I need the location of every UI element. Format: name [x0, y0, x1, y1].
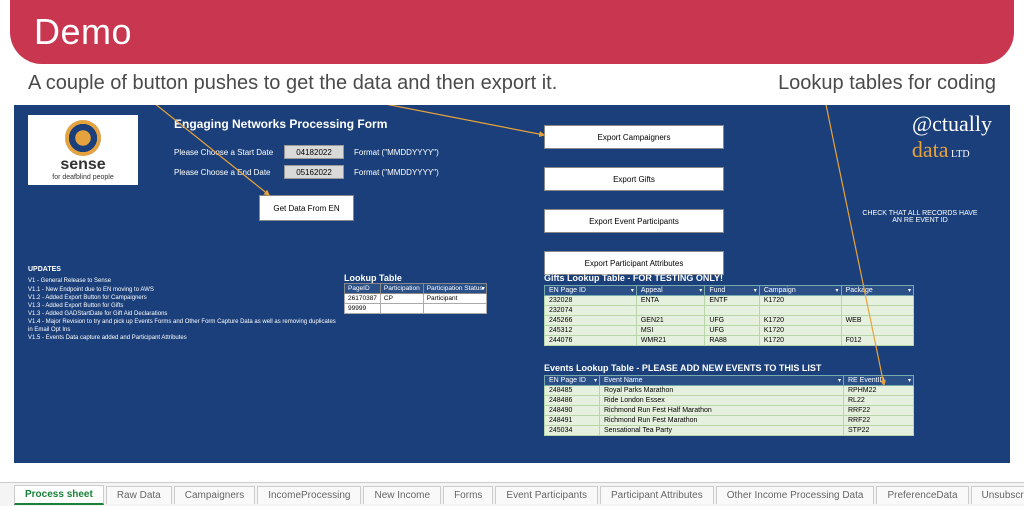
col-pageid[interactable]: PageID: [345, 284, 381, 294]
subtitle-left: A couple of button pushes to get the dat…: [28, 72, 557, 95]
tab-income-processing[interactable]: IncomeProcessing: [257, 486, 361, 504]
table-row: 99999: [345, 304, 487, 314]
updates-block: UPDATES V1 - General Release to Sense V1…: [28, 265, 338, 342]
table-row: 248486Ride London EssexRL22: [545, 396, 914, 406]
table-header-row: PageID Participation Participation Statu…: [345, 284, 487, 294]
subtitle-right: Lookup tables for coding: [778, 72, 996, 95]
tab-preference-data[interactable]: PreferenceData: [876, 486, 968, 504]
end-date-format: Format ("MMDDYYYY"): [354, 168, 439, 177]
col-en-page-id[interactable]: EN Page ID: [545, 376, 600, 386]
check-note: CHECK THAT ALL RECORDS HAVE AN RE EVENT …: [860, 210, 980, 224]
col-package[interactable]: Package: [841, 286, 913, 296]
export-campaigners-button[interactable]: Export Campaigners: [544, 125, 724, 149]
col-campaign[interactable]: Campaign: [759, 286, 841, 296]
table-row: 232028ENTAENTFK1720: [545, 296, 914, 306]
form-title: Engaging Networks Processing Form: [174, 117, 387, 131]
brand-actually-data: @ctually data LTD: [912, 111, 992, 163]
updates-line: V1.3 - Added GADStartDate for Gift Aid D…: [28, 310, 338, 318]
table-row: 244076WMR21RA88K1720F012: [545, 336, 914, 346]
brand-accent: data: [912, 137, 949, 162]
tab-campaigners[interactable]: Campaigners: [174, 486, 255, 504]
brand-mid: ctually: [932, 111, 992, 136]
tab-process-sheet[interactable]: Process sheet: [14, 485, 104, 505]
table-row: 245312MSIUFGK1720: [545, 326, 914, 336]
col-appeal[interactable]: Appeal: [636, 286, 704, 296]
updates-heading: UPDATES: [28, 265, 338, 274]
updates-line: V1.5 - Events Data capture added and Par…: [28, 334, 338, 342]
tab-other-income[interactable]: Other Income Processing Data: [716, 486, 875, 504]
updates-line: V1 - General Release to Sense: [28, 277, 338, 285]
slide-title: Demo: [34, 11, 132, 53]
table-header-row: EN Page ID Event Name RE EventID: [545, 376, 914, 386]
export-gifts-button[interactable]: Export Gifts: [544, 167, 724, 191]
table-row: 245034Sensational Tea PartySTP22: [545, 426, 914, 436]
spreadsheet-area: sense for deafblind people @ctually data…: [14, 105, 1010, 463]
get-data-button[interactable]: Get Data From EN: [259, 195, 354, 221]
lookup-small-table: PageID Participation Participation Statu…: [344, 283, 487, 314]
start-date-format: Format ("MMDDYYYY"): [354, 148, 439, 157]
tab-forms[interactable]: Forms: [443, 486, 493, 504]
tab-event-participants[interactable]: Event Participants: [495, 486, 598, 504]
events-lookup-title: Events Lookup Table - PLEASE ADD NEW EVE…: [544, 363, 914, 373]
brand-at: @: [912, 111, 932, 136]
end-date-label: Please Choose a End Date: [174, 168, 274, 177]
updates-line: V1.1 - New Endpoint due to EN moving to …: [28, 286, 338, 294]
export-buttons: Export Campaigners Export Gifts Export E…: [544, 125, 724, 275]
start-date-label: Please Choose a Start Date: [174, 148, 274, 157]
updates-line: V1.3 - Added Export Button for Gifts: [28, 302, 338, 310]
gifts-lookup-table: EN Page ID Appeal Fund Campaign Package …: [544, 285, 914, 346]
gifts-lookup-title: Gifts Lookup Table - FOR TESTING ONLY!: [544, 273, 914, 283]
slide-header: Demo: [10, 0, 1014, 64]
gifts-lookup: Gifts Lookup Table - FOR TESTING ONLY! E…: [544, 273, 914, 346]
tab-raw-data[interactable]: Raw Data: [106, 486, 172, 504]
lookup-small-title: Lookup Table: [344, 273, 487, 283]
end-date-input[interactable]: [284, 165, 344, 179]
sense-swoosh-icon: [65, 120, 101, 156]
subtitle-row: A couple of button pushes to get the dat…: [0, 64, 1024, 99]
start-date-input[interactable]: [284, 145, 344, 159]
table-row: 245266GEN21UFGK1720WEB: [545, 316, 914, 326]
col-participation[interactable]: Participation: [380, 284, 423, 294]
logo-sense: sense for deafblind people: [28, 115, 138, 185]
tab-unsubscribes[interactable]: Unsubscribes: [971, 486, 1024, 504]
col-fund[interactable]: Fund: [705, 286, 760, 296]
export-event-participants-button[interactable]: Export Event Participants: [544, 209, 724, 233]
col-participation-status[interactable]: Participation Status: [423, 284, 486, 294]
tab-participant-attributes[interactable]: Participant Attributes: [600, 486, 714, 504]
tab-new-income[interactable]: New Income: [363, 486, 441, 504]
table-row: 248485Royal Parks MarathonRPHM22: [545, 386, 914, 396]
events-lookup: Events Lookup Table - PLEASE ADD NEW EVE…: [544, 363, 914, 436]
logo-line2: for deafblind people: [52, 174, 114, 181]
brand-suffix: LTD: [949, 149, 970, 160]
col-event-name[interactable]: Event Name: [600, 376, 844, 386]
table-row: 26170387CPParticipant: [345, 294, 487, 304]
updates-line: V1.2 - Added Export Button for Campaigne…: [28, 294, 338, 302]
table-row: 248490Richmond Run Fest Half MarathonRRF…: [545, 406, 914, 416]
table-row: 232074: [545, 306, 914, 316]
end-date-row: Please Choose a End Date Format ("MMDDYY…: [174, 165, 439, 179]
start-date-row: Please Choose a Start Date Format ("MMDD…: [174, 145, 439, 159]
table-header-row: EN Page ID Appeal Fund Campaign Package: [545, 286, 914, 296]
lookup-table-small: Lookup Table PageID Participation Partic…: [344, 273, 487, 314]
logo-line1: sense: [60, 156, 105, 174]
export-participant-attributes-button[interactable]: Export Participant Attributes: [544, 251, 724, 275]
updates-line: V1.4 - Major Revision to try and pick up…: [28, 318, 338, 334]
table-row: 248491Richmond Run Fest MarathonRRF22: [545, 416, 914, 426]
sheet-tabs: Process sheet Raw Data Campaigners Incom…: [0, 482, 1024, 506]
events-lookup-table: EN Page ID Event Name RE EventID 248485R…: [544, 375, 914, 436]
col-en-page-id[interactable]: EN Page ID: [545, 286, 637, 296]
col-re-eventid[interactable]: RE EventID: [844, 376, 914, 386]
